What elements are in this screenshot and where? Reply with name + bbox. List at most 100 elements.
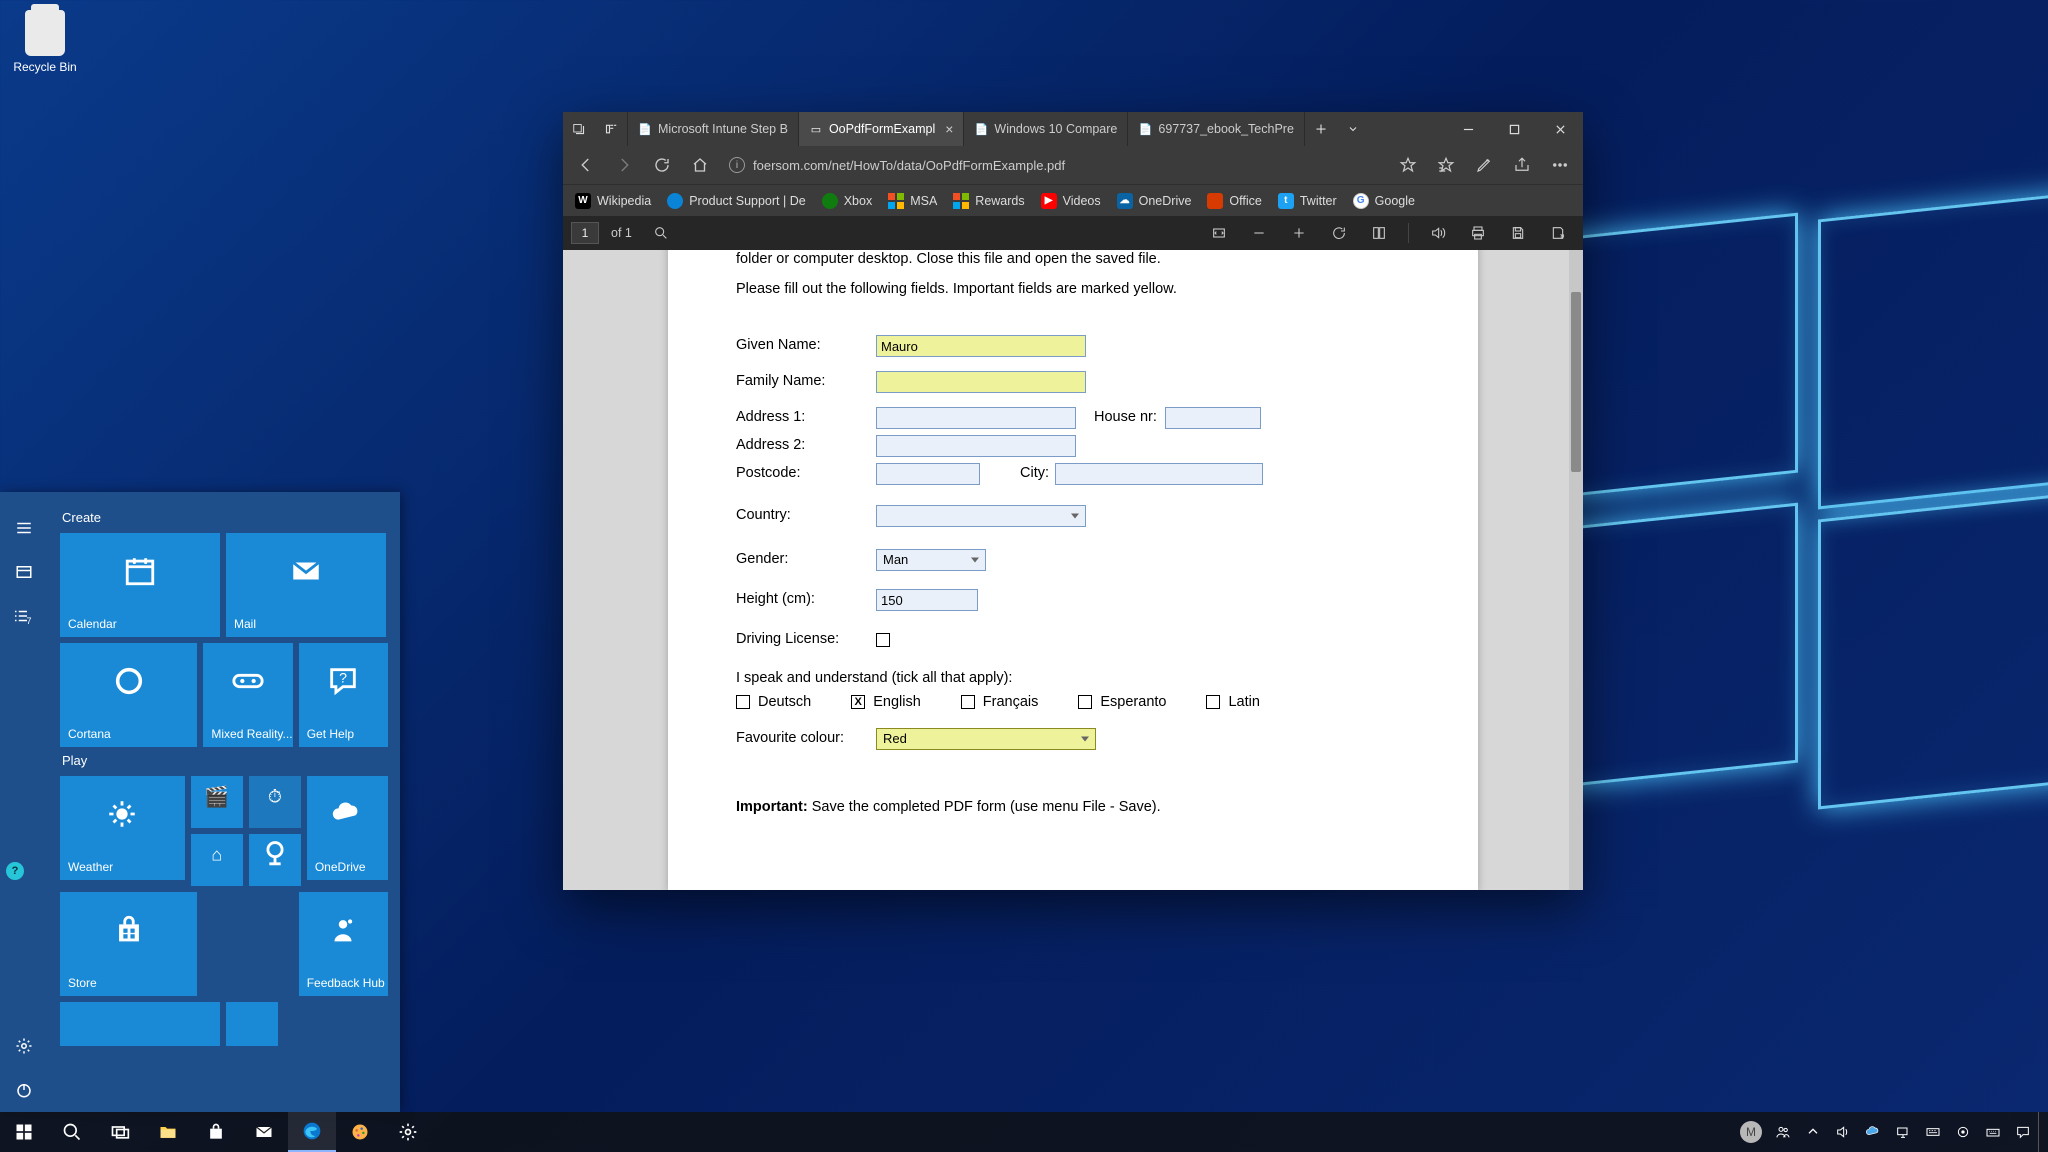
taskbar-edge[interactable]	[288, 1112, 336, 1152]
tile-alarms[interactable]: ⏱	[249, 776, 301, 828]
tab-overflow-icon[interactable]	[1337, 112, 1369, 146]
input-postcode[interactable]	[876, 463, 980, 485]
taskbar-store[interactable]	[192, 1112, 240, 1152]
tile-mixed-reality[interactable]: Mixed Reality...	[203, 643, 292, 747]
nav-refresh-button[interactable]	[645, 148, 679, 182]
tray-input-icon[interactable]	[1918, 1112, 1948, 1152]
pdf-save-icon[interactable]	[1501, 216, 1535, 250]
pdf-viewport[interactable]: folder or computer desktop. Close this f…	[563, 250, 1583, 890]
pdf-search-icon[interactable]	[644, 216, 678, 250]
close-tab-icon[interactable]: ×	[945, 121, 953, 137]
input-house-nr[interactable]	[1165, 407, 1261, 429]
fav-office[interactable]: Office	[1207, 193, 1261, 209]
task-view-button[interactable]	[96, 1112, 144, 1152]
tile-cortana[interactable]: Cortana	[60, 643, 197, 747]
start-group-create[interactable]: Create	[62, 510, 386, 525]
pdf-read-aloud-icon[interactable]	[1421, 216, 1455, 250]
pdf-print-icon[interactable]	[1461, 216, 1495, 250]
tile-movies[interactable]: 🎬	[191, 776, 243, 828]
checkbox-latin[interactable]	[1206, 695, 1220, 709]
tile-camera[interactable]	[249, 834, 301, 886]
start-group-play[interactable]: Play	[62, 753, 386, 768]
select-gender[interactable]: Man	[876, 549, 986, 571]
tray-location-icon[interactable]	[1948, 1112, 1978, 1152]
pdf-page-input[interactable]: 1	[571, 222, 599, 244]
start-list-icon[interactable]: 7	[0, 594, 48, 638]
tray-overflow-icon[interactable]	[1798, 1112, 1828, 1152]
input-given-name[interactable]	[876, 335, 1086, 357]
notes-icon[interactable]	[1467, 148, 1501, 182]
start-power-icon[interactable]	[0, 1068, 48, 1112]
checkbox-driving[interactable]	[876, 633, 890, 647]
tile-get-help[interactable]: ? Get Help	[299, 643, 388, 747]
share-icon[interactable]	[1505, 148, 1539, 182]
tile-mail[interactable]: Mail	[226, 533, 386, 637]
fav-twitter[interactable]: tTwitter	[1278, 193, 1337, 209]
start-expand-icon[interactable]	[0, 506, 48, 550]
fav-msa[interactable]: MSA	[888, 193, 937, 209]
fav-onedrive[interactable]: ☁OneDrive	[1117, 193, 1192, 209]
tile-weather[interactable]: Weather	[60, 776, 185, 880]
tray-action-center-icon[interactable]	[2008, 1112, 2038, 1152]
tray-people-icon[interactable]	[1768, 1112, 1798, 1152]
tile-onedrive[interactable]: OneDrive	[307, 776, 388, 880]
pdf-layout-icon[interactable]	[1362, 216, 1396, 250]
fav-product-support[interactable]: Product Support | De	[667, 193, 806, 209]
select-country[interactable]	[876, 505, 1086, 527]
input-height[interactable]	[876, 589, 978, 611]
input-address1[interactable]	[876, 407, 1076, 429]
tray-keyboard-icon[interactable]	[1978, 1112, 2008, 1152]
favorite-star-icon[interactable]	[1391, 148, 1425, 182]
input-address2[interactable]	[876, 435, 1076, 457]
pdf-rotate-icon[interactable]	[1322, 216, 1356, 250]
tile-partial-1[interactable]	[60, 1002, 220, 1046]
desktop-icon-recycle-bin[interactable]: Recycle Bin	[10, 10, 80, 74]
taskbar-explorer[interactable]	[144, 1112, 192, 1152]
window-minimize-button[interactable]	[1445, 112, 1491, 146]
tab-ebook[interactable]: 📄697737_ebook_TechPre	[1128, 112, 1305, 146]
tab-intune[interactable]: 📄Microsoft Intune Step B	[628, 112, 799, 146]
fav-rewards[interactable]: Rewards	[953, 193, 1024, 209]
tab-pdfform[interactable]: ▭OoPdfFormExampl×	[799, 112, 964, 146]
tab-win10compare[interactable]: 📄Windows 10 Compare	[964, 112, 1128, 146]
cortana-badge-icon[interactable]: ?	[6, 862, 24, 880]
pdf-zoom-in-icon[interactable]	[1282, 216, 1316, 250]
nav-back-button[interactable]	[569, 148, 603, 182]
tile-store[interactable]: Store	[60, 892, 197, 996]
show-tabs-icon[interactable]	[595, 112, 627, 146]
show-desktop-button[interactable]	[2038, 1112, 2044, 1152]
taskbar-settings[interactable]	[384, 1112, 432, 1152]
set-aside-tabs-icon[interactable]	[563, 112, 595, 146]
more-icon[interactable]	[1543, 148, 1577, 182]
new-tab-button[interactable]	[1305, 112, 1337, 146]
taskbar-mail[interactable]	[240, 1112, 288, 1152]
window-maximize-button[interactable]	[1491, 112, 1537, 146]
select-fav-colour[interactable]: Red	[876, 728, 1096, 750]
start-button[interactable]	[0, 1112, 48, 1152]
taskbar-search-button[interactable]	[48, 1112, 96, 1152]
fav-wikipedia[interactable]: WWikipedia	[575, 193, 651, 209]
pdf-scrollbar[interactable]	[1569, 250, 1583, 890]
checkbox-esperanto[interactable]	[1078, 695, 1092, 709]
fav-videos[interactable]: ▶Videos	[1041, 193, 1101, 209]
tile-feedback-hub[interactable]: Feedback Hub	[299, 892, 388, 996]
checkbox-deutsch[interactable]	[736, 695, 750, 709]
nav-home-button[interactable]	[683, 148, 717, 182]
tile-partial-2[interactable]	[226, 1002, 278, 1046]
site-info-icon[interactable]: i	[729, 157, 745, 173]
input-city[interactable]	[1055, 463, 1263, 485]
start-pinned-icon[interactable]	[0, 550, 48, 594]
address-bar[interactable]: i foersom.com/net/HowTo/data/OoPdfFormEx…	[721, 157, 1387, 173]
pdf-zoom-out-icon[interactable]	[1242, 216, 1276, 250]
tray-volume-icon[interactable]	[1828, 1112, 1858, 1152]
window-close-button[interactable]	[1537, 112, 1583, 146]
pdf-saveas-icon[interactable]	[1541, 216, 1575, 250]
taskbar-people[interactable]: M	[1740, 1121, 1762, 1143]
taskbar-paint[interactable]	[336, 1112, 384, 1152]
tile-home[interactable]: ⌂	[191, 834, 243, 886]
tray-network-icon[interactable]	[1888, 1112, 1918, 1152]
input-family-name[interactable]	[876, 371, 1086, 393]
pdf-fit-icon[interactable]	[1202, 216, 1236, 250]
checkbox-francais[interactable]	[961, 695, 975, 709]
checkbox-english[interactable]: X	[851, 695, 865, 709]
